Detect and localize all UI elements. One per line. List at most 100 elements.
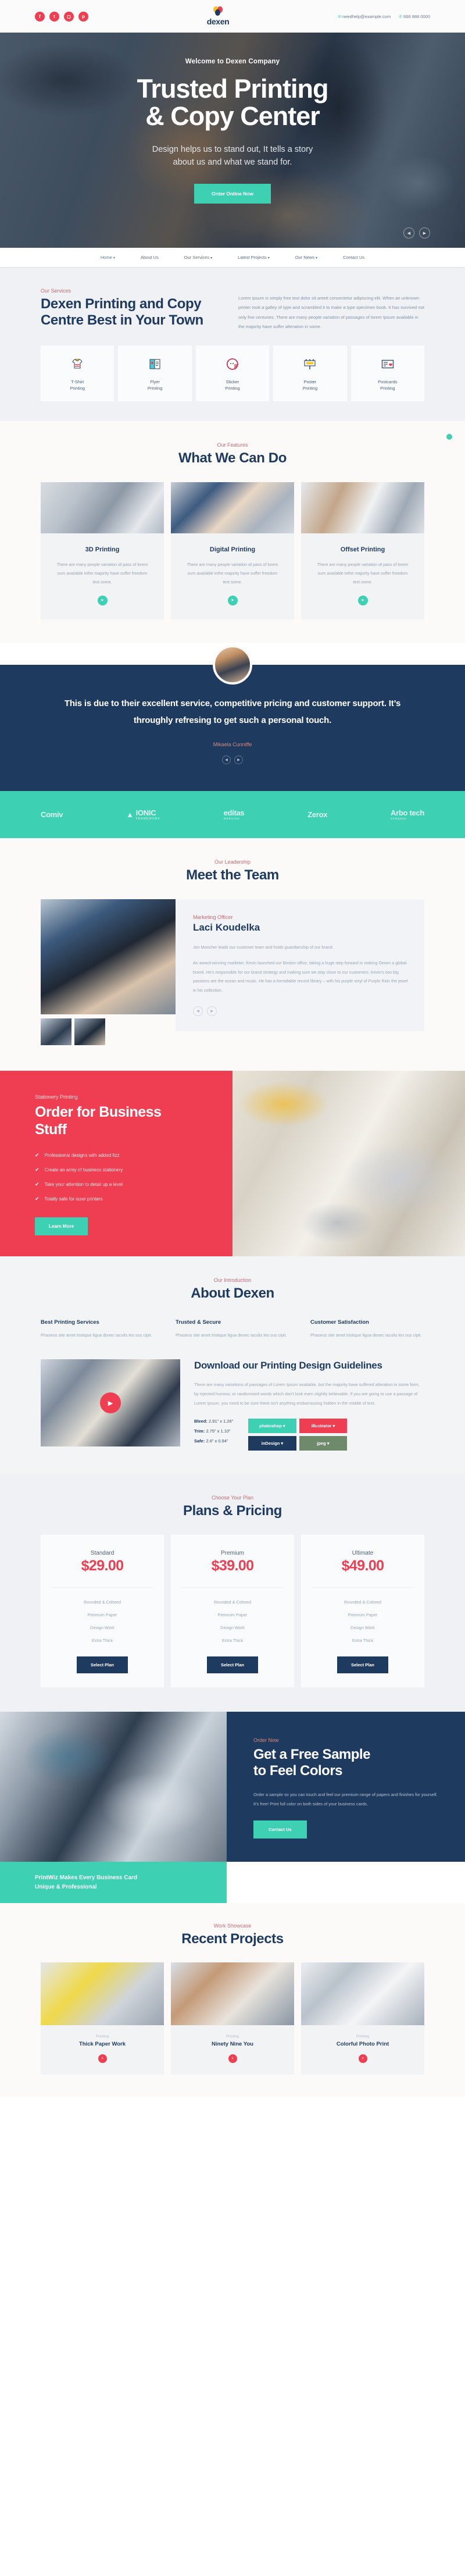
- about-eyebrow: Our Introduction: [213, 1277, 252, 1283]
- service-card[interactable]: Sticker Printing: [195, 345, 270, 402]
- phone-text: 666 888 0000: [403, 13, 430, 19]
- plan-price: $29.00: [81, 1557, 124, 1574]
- download-photoshop-button[interactable]: photoshop ▾: [248, 1419, 296, 1434]
- select-plan-button[interactable]: Select Plan: [337, 1656, 389, 1673]
- nav-item-contact-us[interactable]: Contact Us: [343, 255, 364, 260]
- brand-logo-arbotech[interactable]: Arbo tech company: [391, 808, 424, 821]
- hero-title-line2: & Copy Center: [145, 101, 320, 131]
- play-icon[interactable]: ▶: [100, 1392, 121, 1414]
- feature-card[interactable]: Offset Printing There are many people va…: [301, 482, 424, 619]
- hero-title: Trusted Printing & Copy Center: [0, 75, 465, 130]
- hero-subtitle-line2: about us and what we stand for.: [173, 157, 292, 167]
- feature-card[interactable]: Digital Printing There are many people v…: [171, 482, 294, 619]
- project-image: [171, 1962, 294, 2026]
- pricing-card: Ultimate $49.00 Rounded & Colored Preimu…: [301, 1534, 424, 1687]
- learn-more-button[interactable]: Learn More: [35, 1217, 88, 1235]
- order-feature-item: ✔ Professional designs with added fizz: [35, 1152, 120, 1158]
- download-indesign-button[interactable]: inDesign ▾: [248, 1436, 296, 1451]
- features-eyebrow: Our Features: [217, 442, 248, 448]
- contact-us-button[interactable]: Contact Us: [253, 1820, 307, 1839]
- testimonial-section: This is due to their excellent service, …: [0, 644, 465, 792]
- chevron-down-icon: ▾: [316, 256, 318, 260]
- chevron-right-icon[interactable]: ▶: [419, 227, 430, 238]
- nav-item-our-news[interactable]: Our News ▾: [295, 255, 317, 260]
- service-card-list: T-Shirt Printing Flyer Printing Sticker Pri…: [41, 345, 425, 402]
- instagram-icon[interactable]: ◻: [64, 11, 74, 22]
- service-card[interactable]: Poster Printing: [273, 345, 347, 402]
- feature-card[interactable]: 3D Printing There are many people variat…: [41, 482, 164, 619]
- postcard-icon: [379, 355, 396, 373]
- teal-tagline-strip: PrintWiz Makes Every Business Card Uniqu…: [0, 1862, 227, 1904]
- main-navigation: Home ▾ About Us Our Services ▾ Latest Proj…: [0, 248, 465, 267]
- plus-icon[interactable]: +: [358, 2054, 367, 2064]
- services-heading: Dexen Printing and Copy Centre Best in Y…: [41, 296, 203, 329]
- brand-logo-ionic[interactable]: ▲ IONIC FRAMEWORK: [126, 808, 160, 821]
- phone-link[interactable]: ✆ 666 888 0000: [399, 14, 430, 19]
- download-heading: Download our Printing Design Guidelines: [194, 1360, 382, 1371]
- nav-item-about-us[interactable]: About Us: [141, 255, 159, 260]
- site-logo[interactable]: dexen: [151, 6, 285, 26]
- project-card[interactable]: Printing Ninety Nine You +: [171, 1962, 294, 2075]
- brand-logo-editas[interactable]: editas medicine: [224, 808, 245, 821]
- service-card[interactable]: T-Shirt Printing: [41, 345, 115, 402]
- about-column: Customer Satisfaction Phaseus site amet …: [310, 1319, 424, 1339]
- facebook-icon[interactable]: f: [35, 11, 45, 22]
- nav-item-our-services[interactable]: Our Services ▾: [184, 255, 212, 260]
- arrow-right-icon[interactable]: ➤: [227, 595, 238, 605]
- chevron-left-icon[interactable]: ◀: [403, 227, 414, 238]
- twitter-icon[interactable]: t: [49, 11, 59, 22]
- nav-item-home[interactable]: Home ▾: [101, 255, 115, 260]
- envelope-icon: ✉: [338, 15, 342, 19]
- plan-feature: Preimum Paper: [348, 1612, 378, 1617]
- chevron-right-icon[interactable]: ▶: [207, 1006, 217, 1017]
- logo-mark-icon: [213, 6, 223, 16]
- customer-avatar: [213, 644, 252, 685]
- divider: [312, 1587, 414, 1588]
- social-links: f t ◻ p: [35, 11, 151, 22]
- team-section: Our Leadership Meet the Team Marketing O…: [0, 838, 465, 1071]
- order-online-button[interactable]: Order Online Now: [194, 184, 271, 204]
- arrow-right-icon[interactable]: ➤: [97, 595, 108, 605]
- service-card-label: Flyer Printing: [147, 379, 163, 391]
- feature-text: There are many people variation of pass …: [56, 561, 148, 585]
- feature-image: [171, 482, 294, 533]
- projects-eyebrow: Work Showcase: [213, 1923, 252, 1929]
- top-bar: f t ◻ p dexen ✉ needhelp@example.com ✆ 666…: [0, 0, 465, 33]
- project-category: Printing: [95, 2035, 109, 2039]
- service-card[interactable]: Postcards Printing: [350, 345, 425, 402]
- email-link[interactable]: ✉ needhelp@example.com: [338, 14, 391, 19]
- download-jpeg-button[interactable]: jpeg ▾: [299, 1436, 348, 1451]
- download-illustrator-button[interactable]: illustrator ▾: [299, 1419, 348, 1434]
- brand-logo-comiv[interactable]: Comiv: [41, 810, 63, 819]
- chevron-right-icon[interactable]: ▶: [234, 756, 243, 765]
- nav-item-latest-projects[interactable]: Latest Projects ▾: [238, 255, 270, 260]
- plan-feature: Rounded & Colored: [213, 1599, 252, 1605]
- about-column: Best Printing Services Phaseus site amet…: [41, 1319, 155, 1339]
- strip-line1: PrintWiz Makes Every Business Card: [35, 1875, 138, 1882]
- plus-icon[interactable]: +: [98, 2054, 107, 2064]
- plan-feature: Design Work: [350, 1624, 375, 1630]
- plan-price: $49.00: [341, 1557, 384, 1574]
- service-card-label: T-Shirt Printing: [70, 379, 85, 391]
- service-card[interactable]: Flyer Printing: [118, 345, 192, 402]
- project-card[interactable]: Printing Thick Paper Work +: [41, 1962, 164, 2075]
- team-heading: Meet the Team: [186, 867, 279, 883]
- chevron-left-icon[interactable]: ◀: [193, 1006, 203, 1017]
- project-image: [41, 1962, 164, 2026]
- plus-icon[interactable]: +: [228, 2054, 237, 2064]
- team-thumbnail[interactable]: [41, 1018, 71, 1045]
- project-card[interactable]: Printing Colorful Photo Print +: [301, 1962, 424, 2075]
- plan-name: Premium: [220, 1549, 244, 1556]
- select-plan-button[interactable]: Select Plan: [76, 1656, 128, 1673]
- hero-banner: Welcome to Dexen Company Trusted Printin…: [0, 33, 465, 248]
- pinterest-icon[interactable]: p: [78, 11, 88, 22]
- arrow-right-icon[interactable]: ➤: [357, 595, 368, 605]
- plan-feature: Extra Thick: [352, 1637, 374, 1643]
- select-plan-button[interactable]: Select Plan: [206, 1656, 259, 1673]
- brand-logo-zerox[interactable]: Zerox: [307, 810, 327, 819]
- chevron-down-icon: ▾: [281, 1441, 284, 1446]
- services-paragraph: Lorem Ipsum is simply free text dolor si…: [238, 295, 424, 329]
- brand-logos-section: Comiv ▲ IONIC FRAMEWORK editas medicine Ze…: [0, 791, 465, 839]
- chevron-left-icon[interactable]: ◀: [222, 756, 231, 765]
- team-thumbnail[interactable]: [74, 1018, 105, 1045]
